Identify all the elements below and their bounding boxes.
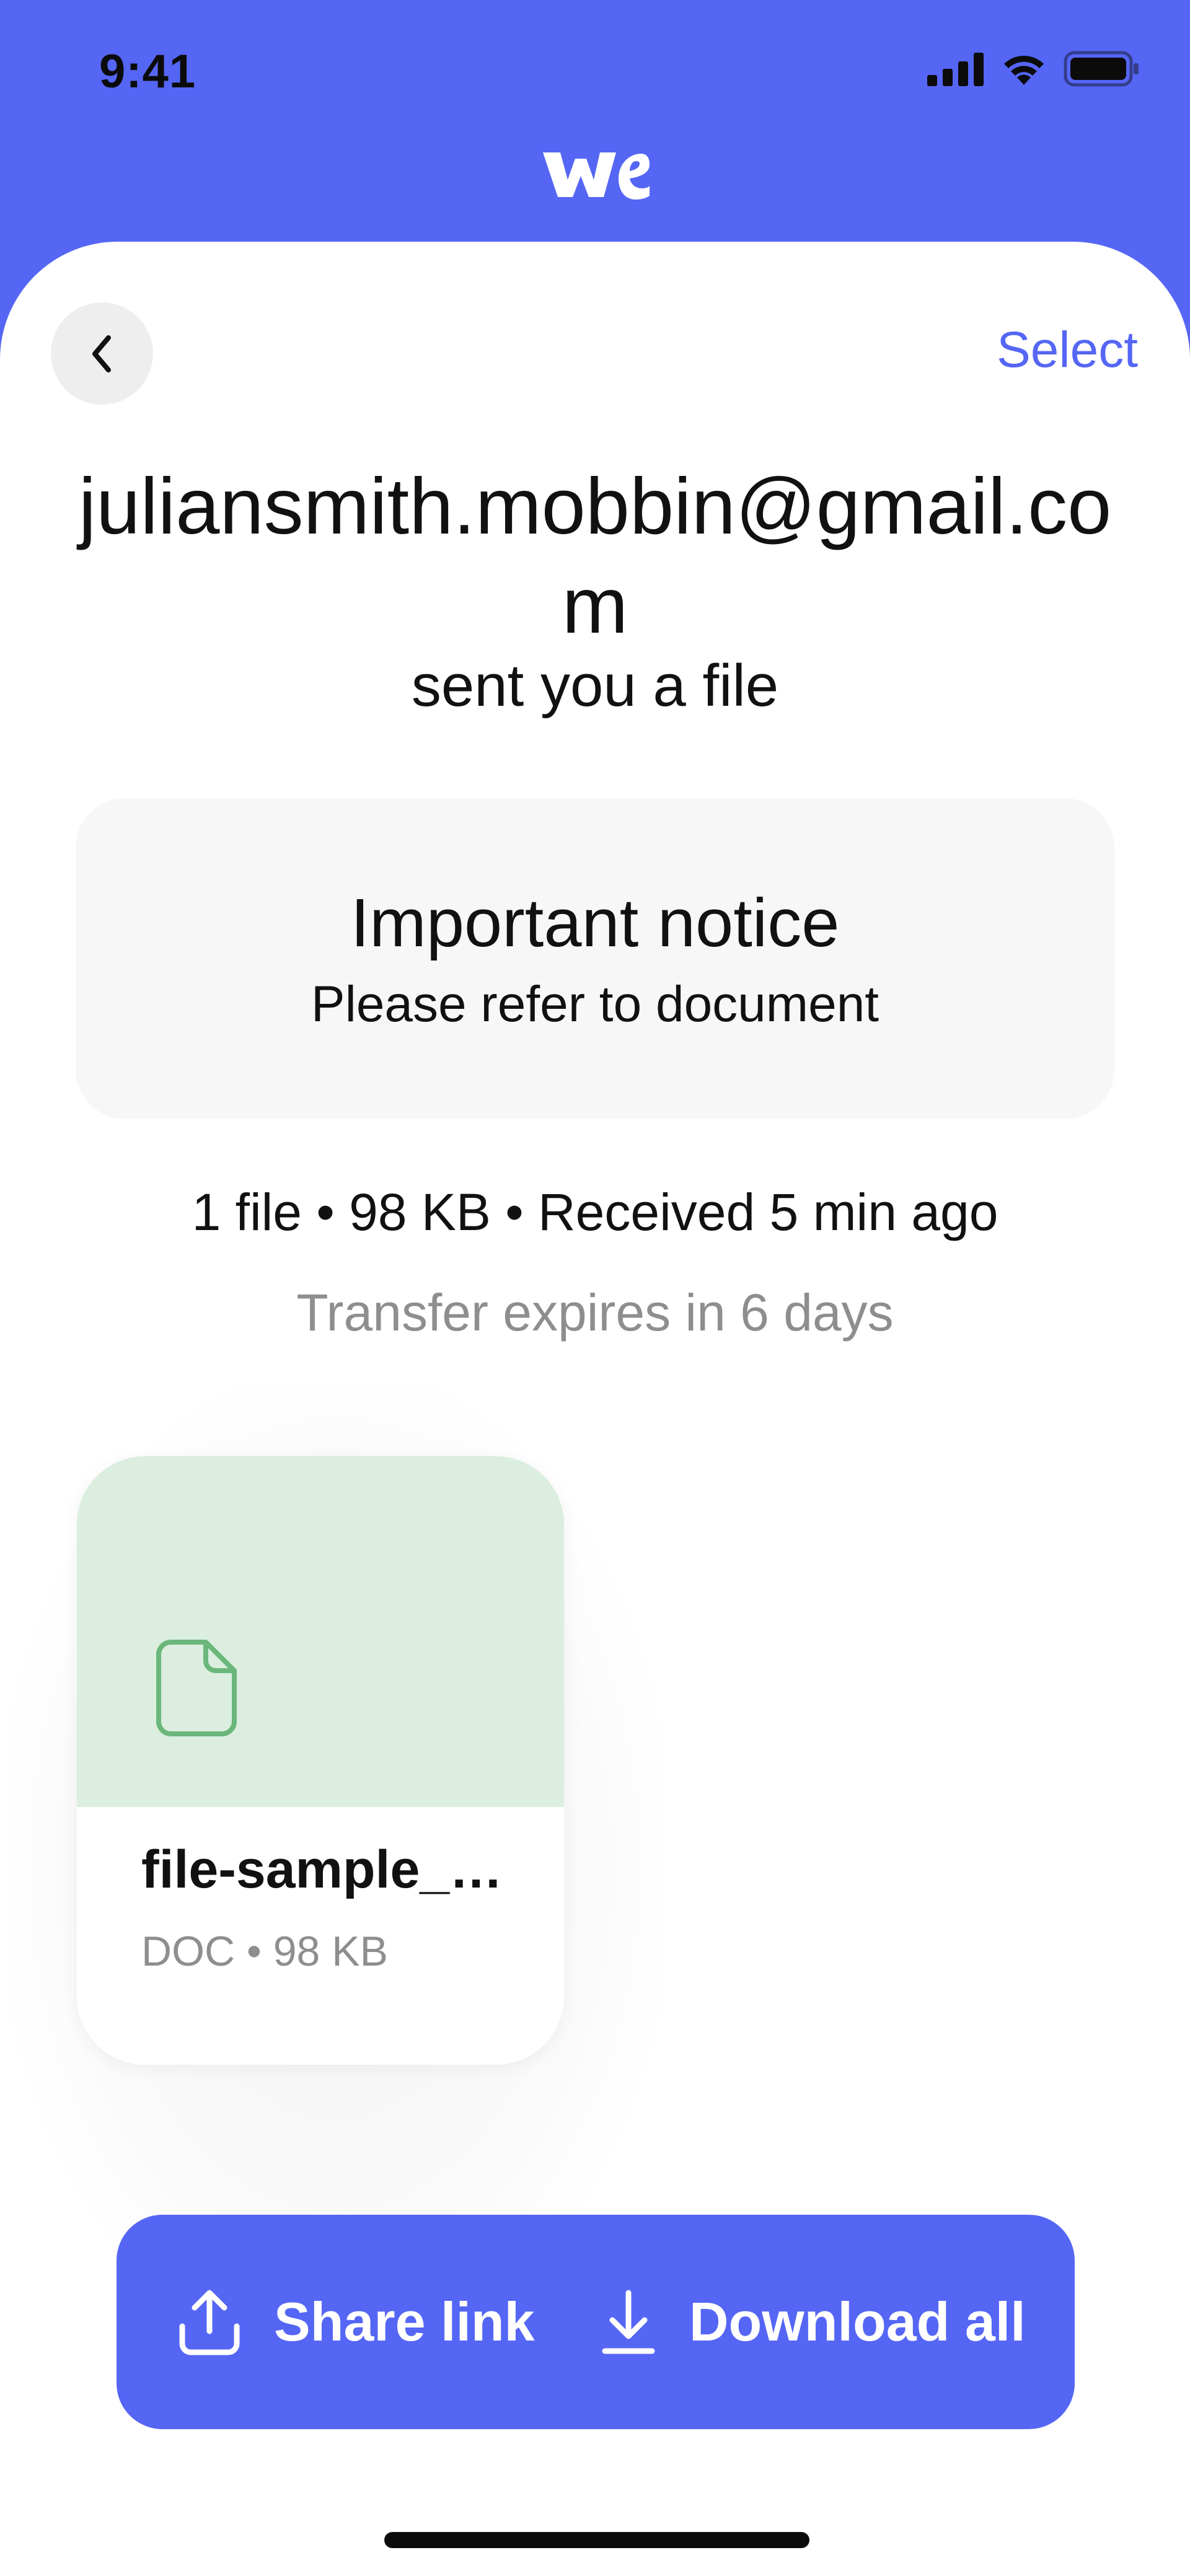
back-button[interactable]	[51, 302, 153, 405]
share-link-label: Share link	[274, 2291, 535, 2352]
message-card: Important notice Please refer to documen…	[76, 798, 1114, 1119]
signal-icon	[927, 53, 984, 86]
file-thumbnail	[77, 1456, 564, 1807]
wifi-icon	[1004, 56, 1044, 85]
message-title: Important notice	[350, 885, 840, 961]
status-time: 9:41	[99, 45, 196, 98]
message-body: Please refer to document	[311, 976, 879, 1032]
download-all-button[interactable]: Download all	[600, 2215, 1026, 2429]
action-bar: Share link Download all	[117, 2215, 1075, 2429]
share-link-button[interactable]: Share link	[177, 2215, 535, 2429]
status-bar: 9:41	[0, 0, 1190, 143]
wetransfer-logo	[543, 152, 650, 200]
sent-message: sent you a file	[411, 653, 779, 719]
share-icon	[179, 2290, 240, 2355]
transfer-summary: 1 file • 98 KB • Received 5 min ago	[192, 1183, 998, 1241]
sender-email: juliansmith.mobbin@gmail.com	[78, 462, 1112, 650]
status-icons	[927, 51, 1140, 87]
file-meta: DOC • 98 KB	[141, 1928, 388, 1975]
download-icon	[602, 2290, 655, 2354]
file-card[interactable]: file-sample_… DOC • 98 KB	[77, 1456, 564, 2065]
battery-icon	[1064, 51, 1139, 87]
chevron-left-icon	[92, 335, 111, 372]
select-button[interactable]: Select	[997, 321, 1138, 379]
transfer-expiry: Transfer expires in 6 days	[296, 1283, 894, 1342]
transfer-sheet: Select juliansmith.mobbin@gmail.com sent…	[0, 242, 1190, 2576]
download-all-label: Download all	[689, 2291, 1026, 2352]
document-icon	[156, 1640, 237, 1736]
file-name: file-sample_…	[141, 1840, 503, 1899]
home-indicator	[384, 2532, 809, 2548]
